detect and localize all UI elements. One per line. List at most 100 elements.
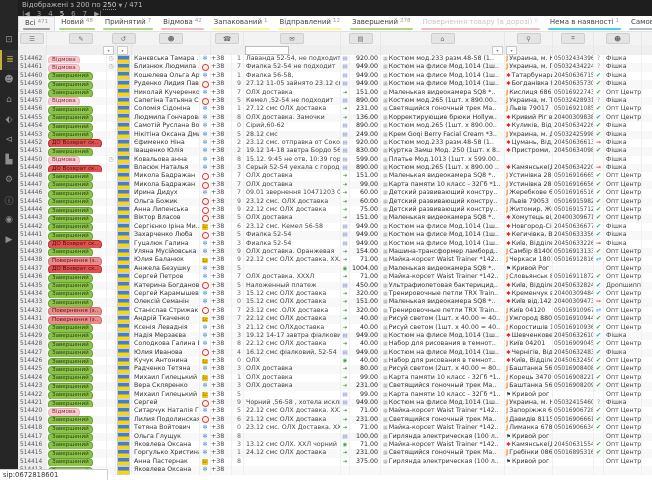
client-phone[interactable]: +38 — [211, 63, 232, 71]
table-row[interactable]: 514437ДО Возврат ск..Анжела Безушку✻+385… — [18, 265, 652, 273]
client-name[interactable]: Сапегіна Татьяна С.. — [132, 97, 200, 105]
client-phone[interactable]: +38 — [211, 433, 232, 441]
client-name[interactable]: Лилия Подолинская — [132, 416, 200, 424]
client-phone[interactable]: +38 — [211, 80, 232, 88]
client-name[interactable]: Станіслав Стрижак — [132, 307, 200, 315]
client-phone[interactable]: +38 — [211, 214, 232, 222]
client-phone[interactable]: +38 — [211, 55, 232, 63]
table-row[interactable]: 514445ЗавершенийОльга Божик+38923.12 смс… — [18, 198, 652, 206]
table-row[interactable]: 514425ЗавершенийРадченко Тетяна✻+383ОЛХ … — [18, 365, 652, 373]
client-phone[interactable]: +38 — [211, 416, 232, 424]
table-row[interactable]: 514418ЗавершенийТетяна Войтович✻+38023.1… — [18, 424, 652, 432]
table-row[interactable]: 514434ЗавершенийСергей Карамышев✻+38315.… — [18, 290, 652, 298]
table-row[interactable]: 514426ЗавершенийКучук Антонина1c+380ОЛХ◉… — [18, 357, 652, 365]
sidebar-item-payments[interactable]: ⬖ — [0, 110, 18, 130]
table-row[interactable]: 514440ДО Возврат ск..Гуцалюк Галина✻+383… — [18, 240, 652, 248]
sidebar-item-broadcast[interactable]: ⊲ — [0, 130, 18, 150]
client-name[interactable]: Юлия Баланюк — [132, 256, 200, 264]
table-row[interactable]: 514435ЗавершенийКатерина Богданова+385На… — [18, 282, 652, 290]
table-row[interactable]: 514460ЗавершенийКошелева Ольга Ар..✻+381… — [18, 72, 652, 80]
client-phone[interactable]: +38 — [211, 181, 232, 189]
table-row[interactable]: 514454ЗавершенийСамотій Руслана Во..✻+38… — [18, 122, 652, 130]
client-name[interactable]: Сергей — [132, 399, 200, 407]
client-phone[interactable]: +38 — [211, 349, 232, 357]
client-phone[interactable]: +38 — [211, 172, 232, 180]
client-phone[interactable]: +38 — [211, 298, 232, 306]
client-name[interactable]: Людмила Гончарова — [132, 114, 200, 122]
table-row[interactable]: 514423ЗавершенийВера Скляренко✻+383ОЛХ д… — [18, 382, 652, 390]
page-size-dropdown[interactable]: 250 — [103, 1, 116, 10]
client-phone[interactable]: +38 — [211, 240, 232, 248]
client-name[interactable]: Уляна Мусійовська — [132, 248, 200, 256]
client-name[interactable]: Вера Скляренко — [132, 382, 200, 390]
client-phone[interactable]: +38 — [211, 357, 232, 365]
client-phone[interactable]: +38 — [211, 441, 232, 449]
table-row[interactable]: 514438Повернення (з..Юлия Баланюк1c+3892… — [18, 256, 652, 264]
client-name[interactable]: Олексій Семанін — [132, 298, 200, 306]
client-name[interactable]: Горгулько Христина.. — [132, 449, 200, 457]
id-icon[interactable]: ☰ — [20, 33, 44, 44]
client-name[interactable]: Соломія Сідоніна — [132, 105, 200, 113]
person-icon[interactable]: ☻ — [606, 33, 630, 44]
client-phone[interactable]: +38 — [211, 198, 232, 206]
client-name[interactable]: Анна Пастернак — [132, 458, 200, 466]
client-name[interactable]: Гуцалюк Галина — [132, 240, 200, 248]
sidebar-item-stats[interactable]: ▙ — [0, 150, 18, 170]
status-filter-dropdown[interactable]: ▾ — [103, 46, 114, 55]
client-phone[interactable]: +38 — [211, 391, 232, 399]
sidebar-item-orders[interactable]: ≣ — [0, 50, 18, 70]
client-phone[interactable]: +38 — [211, 248, 232, 256]
chat-icon[interactable]: ✉ — [280, 33, 304, 44]
client-name[interactable]: Ковальова анна — [132, 156, 200, 164]
table-row[interactable]: 514417ЗавершенийОльга Глущук✻+388▤100.00… — [18, 433, 652, 441]
client-name[interactable]: Яковлева Оксана — [132, 466, 200, 474]
client-phone[interactable]: +38 — [211, 382, 232, 390]
client-name[interactable]: Андрій Ткаченко — [132, 315, 200, 323]
client-phone[interactable]: +38 — [211, 399, 232, 407]
client-phone[interactable]: +38 — [211, 458, 232, 466]
client-phone[interactable]: +38 — [211, 365, 232, 373]
client-phone[interactable]: +38 — [211, 256, 232, 264]
product-filter-dropdown[interactable]: ▾ — [492, 46, 503, 55]
table-row[interactable]: 514449ДО Возврат ск..Власюк Наталья✻+383… — [18, 164, 652, 172]
table-row[interactable]: 514413ЗавершенийЯковлева Оксана✻+38 — [18, 466, 652, 474]
client-phone[interactable]: +38 — [211, 156, 232, 164]
table-row[interactable]: 514450Відмова◷Ковальова анна✻+38815.12. … — [18, 156, 652, 164]
tab-9[interactable]: Нема в наявності1 — [544, 16, 625, 31]
sidebar-item-view[interactable]: ◉ — [0, 210, 18, 230]
client-name[interactable]: Ольга Глущук — [132, 433, 200, 441]
table-row[interactable]: 514415ЗавершенийГоргулько Христина..✻+38… — [18, 449, 652, 457]
table-row[interactable]: 514446ЗавершенийИрина Дидух✻+38709.01 зв… — [18, 189, 652, 197]
client-name[interactable]: Близнюк Людмила .. — [132, 63, 200, 71]
client-name[interactable]: Тетяна Войтович — [132, 424, 200, 432]
table-row[interactable]: 514421ЗавершенийСергей+389Чорний ,56-58 … — [18, 399, 652, 407]
table-row[interactable]: 514416ЗавершенийЯковлева Оксана✻+38313.1… — [18, 441, 652, 449]
client-name[interactable]: Анжела Безушку — [132, 265, 200, 273]
client-phone[interactable]: +38 — [211, 466, 232, 474]
client-phone[interactable]: +38 — [211, 315, 232, 323]
table-row[interactable]: 514432Повернення (з..Станіслав Стрижак+3… — [18, 307, 652, 315]
client-name[interactable]: Катерина Богданова — [132, 282, 200, 290]
client-phone[interactable]: +38 — [211, 114, 232, 122]
country-filter-dropdown[interactable]: ▾ — [117, 46, 128, 55]
client-name[interactable]: Сергієнко Іріна Ми.. — [132, 223, 200, 231]
client-name[interactable]: Солодкова Галина В.. — [132, 340, 200, 348]
client-name[interactable]: Микола Бадражан — [132, 181, 200, 189]
table-row[interactable]: 514462Відмова◷Канєвська Тамара ..✻+381Ла… — [18, 55, 652, 63]
client-phone[interactable]: +38 — [211, 282, 232, 290]
people-icon[interactable]: ☻ — [159, 33, 183, 44]
table-row[interactable]: 514436ЗавершенийСергей Петров✻+387ОЛХ до… — [18, 273, 652, 281]
client-name[interactable]: Кошелева Ольга Ар.. — [132, 72, 200, 80]
table-row[interactable]: 514441ЗавершенийЗахарченко Люба+385Фиалк… — [18, 231, 652, 239]
table-row[interactable]: 514443ЗавершенийВіктор Власов+385ОЛХ дос… — [18, 214, 652, 222]
client-phone[interactable]: +38 — [211, 273, 232, 281]
client-name[interactable]: Самотій Руслана Во.. — [132, 122, 200, 130]
tab-4[interactable]: Відмова42 — [157, 16, 208, 31]
tab-7[interactable]: Завершений278 — [346, 16, 417, 31]
client-name[interactable]: Яковлева Оксана — [132, 441, 200, 449]
table-row[interactable]: 514419ЗавершенийЛилия Подолинская+38621.… — [18, 416, 652, 424]
client-name[interactable]: Николай Кучеренко — [132, 89, 200, 97]
table-row[interactable]: 514433ЗавершенийОлексій Семанін✻+38015.1… — [18, 298, 652, 306]
client-name[interactable]: Радченко Тетяна — [132, 365, 200, 373]
client-phone[interactable]: +38 — [211, 231, 232, 239]
